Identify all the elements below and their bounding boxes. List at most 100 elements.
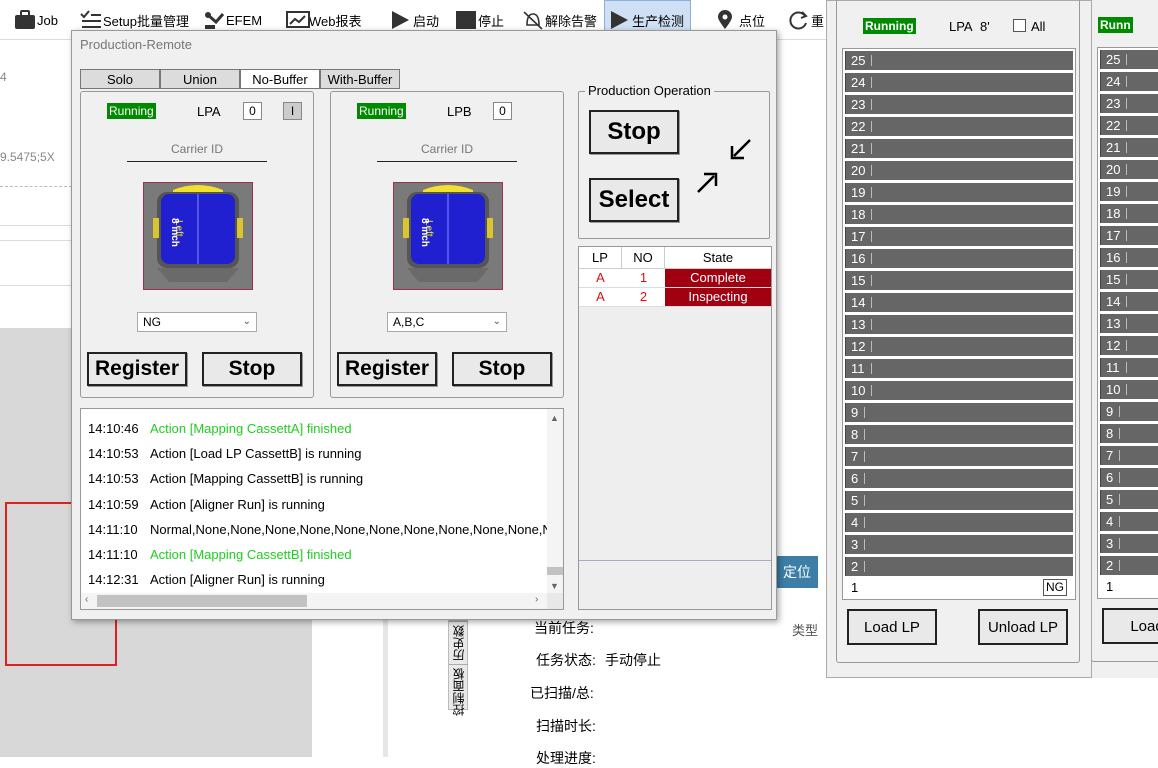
lpa-grade-select[interactable]: NG ⌄: [137, 312, 257, 332]
slot-10[interactable]: 10: [845, 381, 1073, 400]
log-horizontal-scrollbar[interactable]: ‹ ›: [81, 593, 549, 609]
slot-17[interactable]: 17: [1100, 226, 1158, 245]
lpa-flag-box[interactable]: I: [283, 102, 302, 120]
slot-5[interactable]: 5: [845, 491, 1073, 510]
slot-a-lp-name: LPA: [949, 19, 973, 34]
task-status-label: 任务状态:: [536, 652, 596, 668]
slot-8[interactable]: 8: [845, 425, 1073, 444]
tab-no-buffer[interactable]: No-Buffer: [240, 69, 320, 89]
slot-number: 23: [1106, 96, 1121, 111]
slot-24[interactable]: 24: [1100, 72, 1158, 91]
slot-4[interactable]: 4: [845, 513, 1073, 532]
slot-24[interactable]: 24: [845, 73, 1073, 92]
slot-b-1[interactable]: 1: [1100, 577, 1158, 596]
lpb-stop-button[interactable]: Stop: [452, 352, 552, 386]
slot-23[interactable]: 23: [845, 95, 1073, 114]
toolbar-reset-button[interactable]: 重: [788, 0, 824, 40]
slot-14[interactable]: 14: [845, 293, 1073, 312]
slot-a-1[interactable]: 1 NG: [845, 578, 1073, 597]
slot-11[interactable]: 11: [845, 359, 1073, 378]
slot-22[interactable]: 22: [1100, 116, 1158, 135]
scroll-right-icon[interactable]: ›: [535, 594, 538, 605]
tab-control-panel[interactable]: 控制面板: [449, 664, 468, 719]
slot-9[interactable]: 9: [1100, 402, 1158, 421]
scroll-down-icon[interactable]: ▼: [550, 581, 559, 591]
slot-10[interactable]: 10: [1100, 380, 1158, 399]
slot-25[interactable]: 25: [1100, 50, 1158, 69]
tab-solo[interactable]: Solo: [80, 69, 160, 89]
minimize-arrows-icon[interactable]: [694, 136, 754, 196]
slot-panel-a-frame: Running LPA 8' All 25 24 23 22 21 20 19 18 17 16 1…: [836, 0, 1080, 663]
production-stop-button[interactable]: Stop: [589, 110, 679, 154]
slot-13[interactable]: 13: [1100, 314, 1158, 333]
scroll-up-icon[interactable]: ▲: [550, 413, 559, 423]
slot-16[interactable]: 16: [845, 249, 1073, 268]
log-hscroll-thumb[interactable]: [97, 595, 307, 607]
slot-19[interactable]: 19: [1100, 182, 1158, 201]
slot-15[interactable]: 15: [1100, 270, 1158, 289]
slot-23[interactable]: 23: [1100, 94, 1158, 113]
slot-6[interactable]: 6: [845, 469, 1073, 488]
load-lp-button[interactable]: Load LP: [847, 609, 937, 645]
slot-20[interactable]: 20: [1100, 160, 1158, 179]
event-log[interactable]: 14:10:46 Action [Mapping CassettA] finish…: [80, 408, 564, 610]
slot-a-all-checkbox[interactable]: [1013, 19, 1026, 32]
slot-separator: [1119, 516, 1121, 527]
slot-11[interactable]: 11: [1100, 358, 1158, 377]
lpa-register-button[interactable]: Register: [87, 352, 187, 386]
slot-separator: [1126, 76, 1128, 87]
slot-window-b: Runn 25 24 23 22 21 20 19 18 17 16 15 14 13 12 11 10 9 8 7…: [1092, 0, 1158, 678]
slot-21[interactable]: 21: [1100, 138, 1158, 157]
slot-25[interactable]: 25: [845, 51, 1073, 70]
slot-9[interactable]: 9: [845, 403, 1073, 422]
lpb-grade-select[interactable]: A,B,C ⌄: [387, 312, 507, 332]
slot-number: 25: [851, 53, 866, 68]
slot-22[interactable]: 22: [845, 117, 1073, 136]
slot-17[interactable]: 17: [845, 227, 1073, 246]
log-vertical-scrollbar[interactable]: ▲ ▼: [547, 409, 563, 595]
slot-2[interactable]: 2: [1100, 556, 1158, 575]
slot-separator: [871, 231, 873, 242]
slot-number: 19: [1106, 184, 1121, 199]
slot-number: 12: [851, 339, 866, 354]
slot-separator: [871, 341, 873, 352]
table-row[interactable]: A 2 Inspecting: [579, 288, 771, 307]
slot-7[interactable]: 7: [1100, 446, 1158, 465]
slot-20[interactable]: 20: [845, 161, 1073, 180]
scroll-left-icon[interactable]: ‹: [85, 594, 88, 605]
log-vscroll-thumb[interactable]: [547, 567, 563, 575]
toolbar-job-button[interactable]: Job: [14, 0, 58, 40]
tab-history[interactable]: 历史数: [449, 621, 468, 664]
table-row[interactable]: A 1 Complete: [579, 269, 771, 288]
production-select-button[interactable]: Select: [589, 178, 679, 222]
slot-3[interactable]: 3: [1100, 534, 1158, 553]
slot-12[interactable]: 12: [1100, 336, 1158, 355]
slot-5[interactable]: 5: [1100, 490, 1158, 509]
load-lp-button-b[interactable]: Load: [1102, 608, 1158, 644]
slot-18[interactable]: 18: [1100, 204, 1158, 223]
slot-19[interactable]: 19: [845, 183, 1073, 202]
slot-13[interactable]: 13: [845, 315, 1073, 334]
slot-number: 16: [1106, 250, 1121, 265]
chevron-down-icon: ⌄: [492, 316, 501, 327]
slot-14[interactable]: 14: [1100, 292, 1158, 311]
slot-18[interactable]: 18: [845, 205, 1073, 224]
slot-2[interactable]: 2: [845, 557, 1073, 576]
slot-16[interactable]: 16: [1100, 248, 1158, 267]
slot-21[interactable]: 21: [845, 139, 1073, 158]
tab-union[interactable]: Union: [160, 69, 240, 89]
slot-4[interactable]: 4: [1100, 512, 1158, 531]
tab-with-buffer[interactable]: With-Buffer: [320, 69, 400, 89]
log-time: 14:11:10: [88, 521, 138, 537]
slot-8[interactable]: 8: [1100, 424, 1158, 443]
slot-7[interactable]: 7: [845, 447, 1073, 466]
lpb-register-button[interactable]: Register: [337, 352, 437, 386]
slot-3[interactable]: 3: [845, 535, 1073, 554]
slot-15[interactable]: 15: [845, 271, 1073, 290]
slot-6[interactable]: 6: [1100, 468, 1158, 487]
unload-lp-button[interactable]: Unload LP: [978, 609, 1068, 645]
locate-button[interactable]: 定位: [776, 556, 818, 588]
slot-12[interactable]: 12: [845, 337, 1073, 356]
log-entry: 14:12:31 Action [Aligner Run] is running: [88, 572, 325, 587]
lpa-stop-button[interactable]: Stop: [202, 352, 302, 386]
